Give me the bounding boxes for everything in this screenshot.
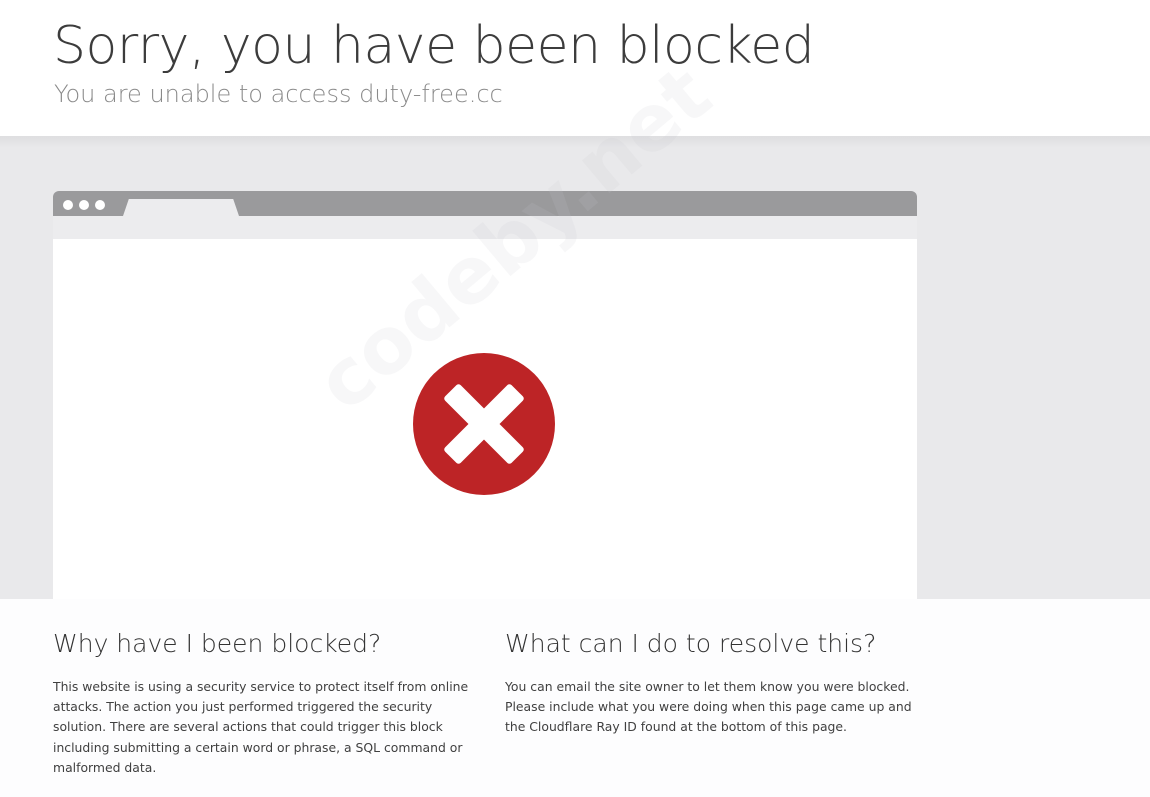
why-blocked-text: This website is using a security service… (53, 679, 469, 775)
window-dot-icon (79, 200, 89, 210)
browser-illustration (53, 191, 917, 599)
why-blocked-heading: Why have I been blocked? (53, 629, 382, 658)
band-shadow (0, 136, 1150, 148)
browser-content (53, 239, 917, 599)
window-dot-icon (95, 200, 105, 210)
resolve-text: You can email the site owner to let them… (505, 679, 912, 735)
window-dot-icon (63, 200, 73, 210)
page-header: Sorry, you have been blocked You are una… (0, 0, 1150, 136)
resolve-heading: What can I do to resolve this? (505, 629, 877, 658)
browser-toolbar (53, 216, 917, 239)
resolve-section: What can I do to resolve this? You can e… (505, 625, 925, 738)
error-x-icon (413, 353, 555, 495)
browser-titlebar (53, 191, 917, 216)
page-subtitle: You are unable to access duty-free.cc (54, 80, 503, 108)
browser-tab (123, 199, 239, 216)
page-title: Sorry, you have been blocked (53, 16, 815, 76)
why-blocked-section: Why have I been blocked? This website is… (53, 625, 473, 778)
